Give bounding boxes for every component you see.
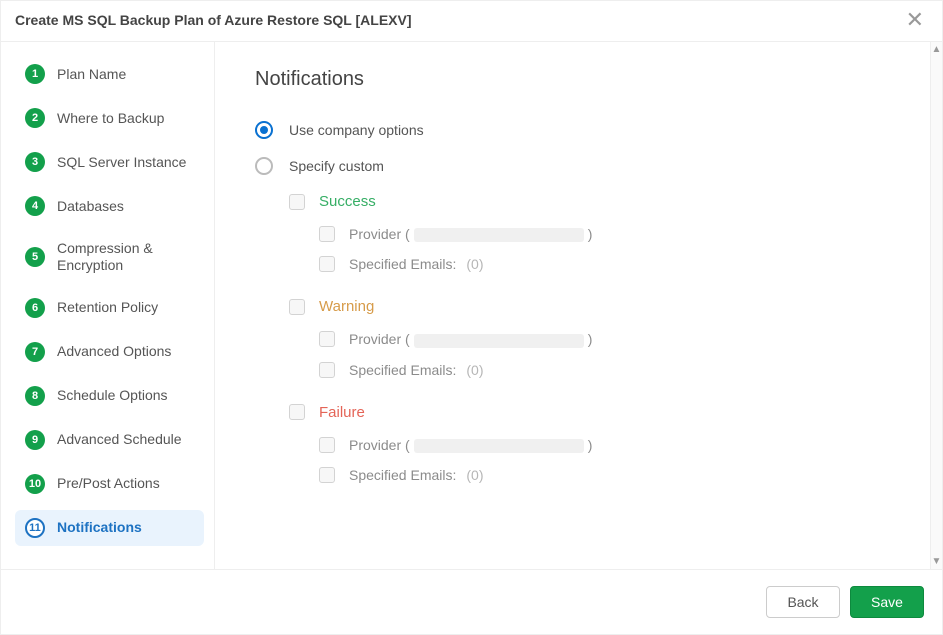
row-success-provider: Provider () — [319, 226, 890, 242]
checkbox-success-emails[interactable] — [319, 256, 335, 272]
checkbox-warning-emails[interactable] — [319, 362, 335, 378]
step-number: 5 — [25, 247, 45, 267]
wizard-sidebar: 1 Plan Name 2 Where to Backup 3 SQL Serv… — [1, 42, 215, 569]
label-success-provider: Provider () — [349, 226, 592, 242]
option-custom[interactable]: Specify custom — [255, 157, 890, 175]
step-retention[interactable]: 6 Retention Policy — [15, 290, 204, 326]
text-provider-suffix: ) — [588, 331, 593, 347]
row-warning-emails: Specified Emails: (0) — [319, 362, 890, 378]
step-label: Notifications — [57, 519, 142, 536]
step-number: 10 — [25, 474, 45, 494]
label-warning-emails: Specified Emails: — [349, 362, 456, 378]
save-button[interactable]: Save — [850, 586, 924, 618]
group-warning-body: Provider () Specified Emails: (0) — [319, 331, 890, 377]
close-icon[interactable]: ✕ — [902, 9, 928, 31]
checkbox-failure-emails[interactable] — [319, 467, 335, 483]
label-success-emails: Specified Emails: — [349, 256, 456, 272]
option-custom-label: Specify custom — [289, 158, 384, 174]
label-warning-provider: Provider () — [349, 331, 592, 347]
provider-redacted — [414, 228, 584, 242]
step-databases[interactable]: 4 Databases — [15, 188, 204, 224]
group-warning-title: Warning — [319, 298, 374, 315]
scroll-down-icon[interactable]: ▼ — [932, 554, 942, 569]
step-pre-post-actions[interactable]: 10 Pre/Post Actions — [15, 466, 204, 502]
provider-redacted — [414, 439, 584, 453]
step-sql-instance[interactable]: 3 SQL Server Instance — [15, 144, 204, 180]
step-number: 1 — [25, 64, 45, 84]
step-label: Compression & Encryption — [57, 240, 194, 274]
step-label: Schedule Options — [57, 387, 168, 404]
step-label: Retention Policy — [57, 299, 158, 316]
row-success-emails: Specified Emails: (0) — [319, 256, 890, 272]
radio-company[interactable] — [255, 121, 273, 139]
step-where-backup[interactable]: 2 Where to Backup — [15, 100, 204, 136]
step-label: Advanced Schedule — [57, 431, 182, 448]
step-number: 6 — [25, 298, 45, 318]
step-label: SQL Server Instance — [57, 154, 186, 171]
step-label: Databases — [57, 198, 124, 215]
checkbox-success-provider[interactable] — [319, 226, 335, 242]
label-failure-emails: Specified Emails: — [349, 467, 456, 483]
group-success-body: Provider () Specified Emails: (0) — [319, 226, 890, 272]
row-warning-provider: Provider () — [319, 331, 890, 347]
count-failure-emails: (0) — [466, 467, 483, 483]
step-number: 4 — [25, 196, 45, 216]
step-schedule-options[interactable]: 8 Schedule Options — [15, 378, 204, 414]
option-company-label: Use company options — [289, 122, 424, 138]
text-provider-prefix: Provider ( — [349, 437, 410, 453]
text-provider-suffix: ) — [588, 437, 593, 453]
page-title: Notifications — [255, 68, 890, 91]
text-provider-suffix: ) — [588, 226, 593, 242]
text-provider-prefix: Provider ( — [349, 226, 410, 242]
checkbox-warning[interactable] — [289, 299, 305, 315]
main-content: Notifications Use company options Specif… — [215, 42, 930, 569]
group-warning-header: Warning — [289, 298, 890, 315]
step-advanced-options[interactable]: 7 Advanced Options — [15, 334, 204, 370]
dialog-title: Create MS SQL Backup Plan of Azure Resto… — [15, 12, 412, 28]
count-warning-emails: (0) — [466, 362, 483, 378]
text-provider-prefix: Provider ( — [349, 331, 410, 347]
count-success-emails: (0) — [466, 256, 483, 272]
radio-custom[interactable] — [255, 157, 273, 175]
step-label: Pre/Post Actions — [57, 475, 160, 492]
scroll-up-icon[interactable]: ▲ — [932, 42, 942, 57]
back-button[interactable]: Back — [766, 586, 840, 618]
provider-redacted — [414, 334, 584, 348]
checkbox-failure[interactable] — [289, 404, 305, 420]
titlebar: Create MS SQL Backup Plan of Azure Resto… — [1, 1, 942, 42]
group-failure-title: Failure — [319, 404, 365, 421]
step-notifications[interactable]: 11 Notifications — [15, 510, 204, 546]
row-failure-emails: Specified Emails: (0) — [319, 467, 890, 483]
group-failure: Failure Provider () Specified Emails: (0… — [289, 404, 890, 483]
backup-plan-dialog: Create MS SQL Backup Plan of Azure Resto… — [0, 0, 943, 635]
step-number: 2 — [25, 108, 45, 128]
step-label: Advanced Options — [57, 343, 171, 360]
step-plan-name[interactable]: 1 Plan Name — [15, 56, 204, 92]
step-label: Plan Name — [57, 66, 126, 83]
dialog-footer: Back Save — [1, 569, 942, 634]
step-label: Where to Backup — [57, 110, 164, 127]
step-number: 9 — [25, 430, 45, 450]
step-number: 7 — [25, 342, 45, 362]
step-number: 11 — [25, 518, 45, 538]
dialog-body: 1 Plan Name 2 Where to Backup 3 SQL Serv… — [1, 42, 942, 569]
group-failure-header: Failure — [289, 404, 890, 421]
checkbox-success[interactable] — [289, 194, 305, 210]
group-success-title: Success — [319, 193, 376, 210]
group-success-header: Success — [289, 193, 890, 210]
label-failure-provider: Provider () — [349, 437, 592, 453]
scrollbar[interactable]: ▲ ▼ — [930, 42, 942, 569]
step-advanced-schedule[interactable]: 9 Advanced Schedule — [15, 422, 204, 458]
step-number: 8 — [25, 386, 45, 406]
checkbox-failure-provider[interactable] — [319, 437, 335, 453]
checkbox-warning-provider[interactable] — [319, 331, 335, 347]
option-company[interactable]: Use company options — [255, 121, 890, 139]
group-warning: Warning Provider () Specified Emails: (0… — [289, 298, 890, 377]
row-failure-provider: Provider () — [319, 437, 890, 453]
step-compression[interactable]: 5 Compression & Encryption — [15, 232, 204, 282]
group-failure-body: Provider () Specified Emails: (0) — [319, 437, 890, 483]
group-success: Success Provider () Specified Emails: (0… — [289, 193, 890, 272]
step-number: 3 — [25, 152, 45, 172]
